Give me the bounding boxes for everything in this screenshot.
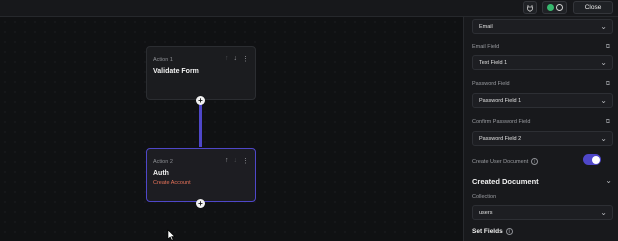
- info-icon[interactable]: i: [531, 158, 539, 165]
- plug-glyph: [527, 4, 533, 12]
- info-icon[interactable]: i: [505, 228, 513, 235]
- action-tools: ↑ ↓ ⋮: [225, 157, 249, 165]
- variable-icon[interactable]: ⧉: [606, 44, 610, 51]
- created-document-title: Created Document: [472, 177, 539, 186]
- more-options-icon[interactable]: ⋮: [242, 55, 249, 63]
- email-field-dropdown[interactable]: Text Field 1 ⌄: [472, 55, 613, 70]
- dropdown-value: Email: [479, 24, 493, 30]
- toggle-knob: [591, 155, 600, 164]
- confirm-password-field-label: Confirm Password Field: [472, 119, 531, 125]
- create-user-document-row: Create User Document i: [472, 158, 539, 165]
- chevron-down-icon: ⌄: [600, 22, 607, 31]
- move-up-icon[interactable]: ↑: [225, 55, 229, 63]
- action-subtitle: Create Account: [153, 180, 191, 186]
- dropdown-value: users: [479, 210, 493, 216]
- action-connector-line: [199, 101, 202, 147]
- variable-icon[interactable]: ⧉: [606, 81, 610, 88]
- email-field-label: Email Field: [472, 44, 500, 50]
- set-fields-label: Set Fields: [472, 228, 503, 236]
- variable-icon[interactable]: ⧉: [606, 119, 610, 126]
- top-toolbar: Close: [0, 0, 618, 17]
- auth-type-dropdown[interactable]: Email ⌄: [472, 19, 613, 34]
- collection-label: Collection: [472, 194, 497, 200]
- collection-dropdown[interactable]: users ⌄: [472, 205, 613, 220]
- action-number-label: Action 1: [153, 57, 173, 63]
- more-options-icon[interactable]: ⋮: [242, 157, 249, 165]
- create-user-document-label: Create User Document: [472, 158, 529, 165]
- chevron-down-icon[interactable]: ⌄: [605, 176, 612, 185]
- set-fields-row: Set Fields i: [472, 228, 513, 235]
- status-icon: [546, 4, 554, 11]
- status-toggle-button[interactable]: [542, 1, 567, 14]
- action-node-1[interactable]: Action 1 Validate Form ↑ ↓ ⋮: [146, 46, 256, 100]
- dropdown-value: Text Field 1: [479, 60, 508, 66]
- action-title: Auth: [153, 170, 169, 177]
- password-field-dropdown[interactable]: Password Field 1 ⌄: [472, 93, 613, 108]
- move-down-icon[interactable]: ↓: [234, 55, 238, 63]
- add-action-button[interactable]: +: [196, 199, 205, 208]
- create-user-document-toggle[interactable]: [583, 154, 601, 165]
- move-down-icon[interactable]: ↓: [234, 157, 238, 165]
- password-field-label: Password Field: [472, 81, 510, 87]
- chevron-down-icon: ⌄: [600, 58, 607, 67]
- chevron-down-icon: ⌄: [600, 208, 607, 217]
- action-node-2[interactable]: Action 2 Auth Create Account ↑ ↓ ⋮: [146, 148, 256, 202]
- chevron-down-icon: ⌄: [600, 134, 607, 143]
- chevron-down-icon: ⌄: [600, 96, 607, 105]
- move-up-icon[interactable]: ↑: [225, 157, 229, 165]
- action-number-label: Action 2: [153, 159, 173, 165]
- action-tools: ↑ ↓ ⋮: [225, 55, 249, 63]
- dropdown-value: Password Field 1: [479, 98, 522, 104]
- close-button[interactable]: Close: [573, 1, 613, 14]
- action-properties-panel: Email ⌄ Email Field ⧉ Text Field 1 ⌄ Pas…: [463, 17, 618, 241]
- action-title: Validate Form: [153, 68, 199, 75]
- globe-icon: [555, 4, 563, 11]
- mouse-cursor-icon: [167, 229, 176, 241]
- dropdown-value: Password Field 2: [479, 136, 522, 142]
- plug-icon[interactable]: [523, 1, 537, 14]
- confirm-password-field-dropdown[interactable]: Password Field 2 ⌄: [472, 131, 613, 146]
- add-action-button[interactable]: +: [196, 96, 205, 105]
